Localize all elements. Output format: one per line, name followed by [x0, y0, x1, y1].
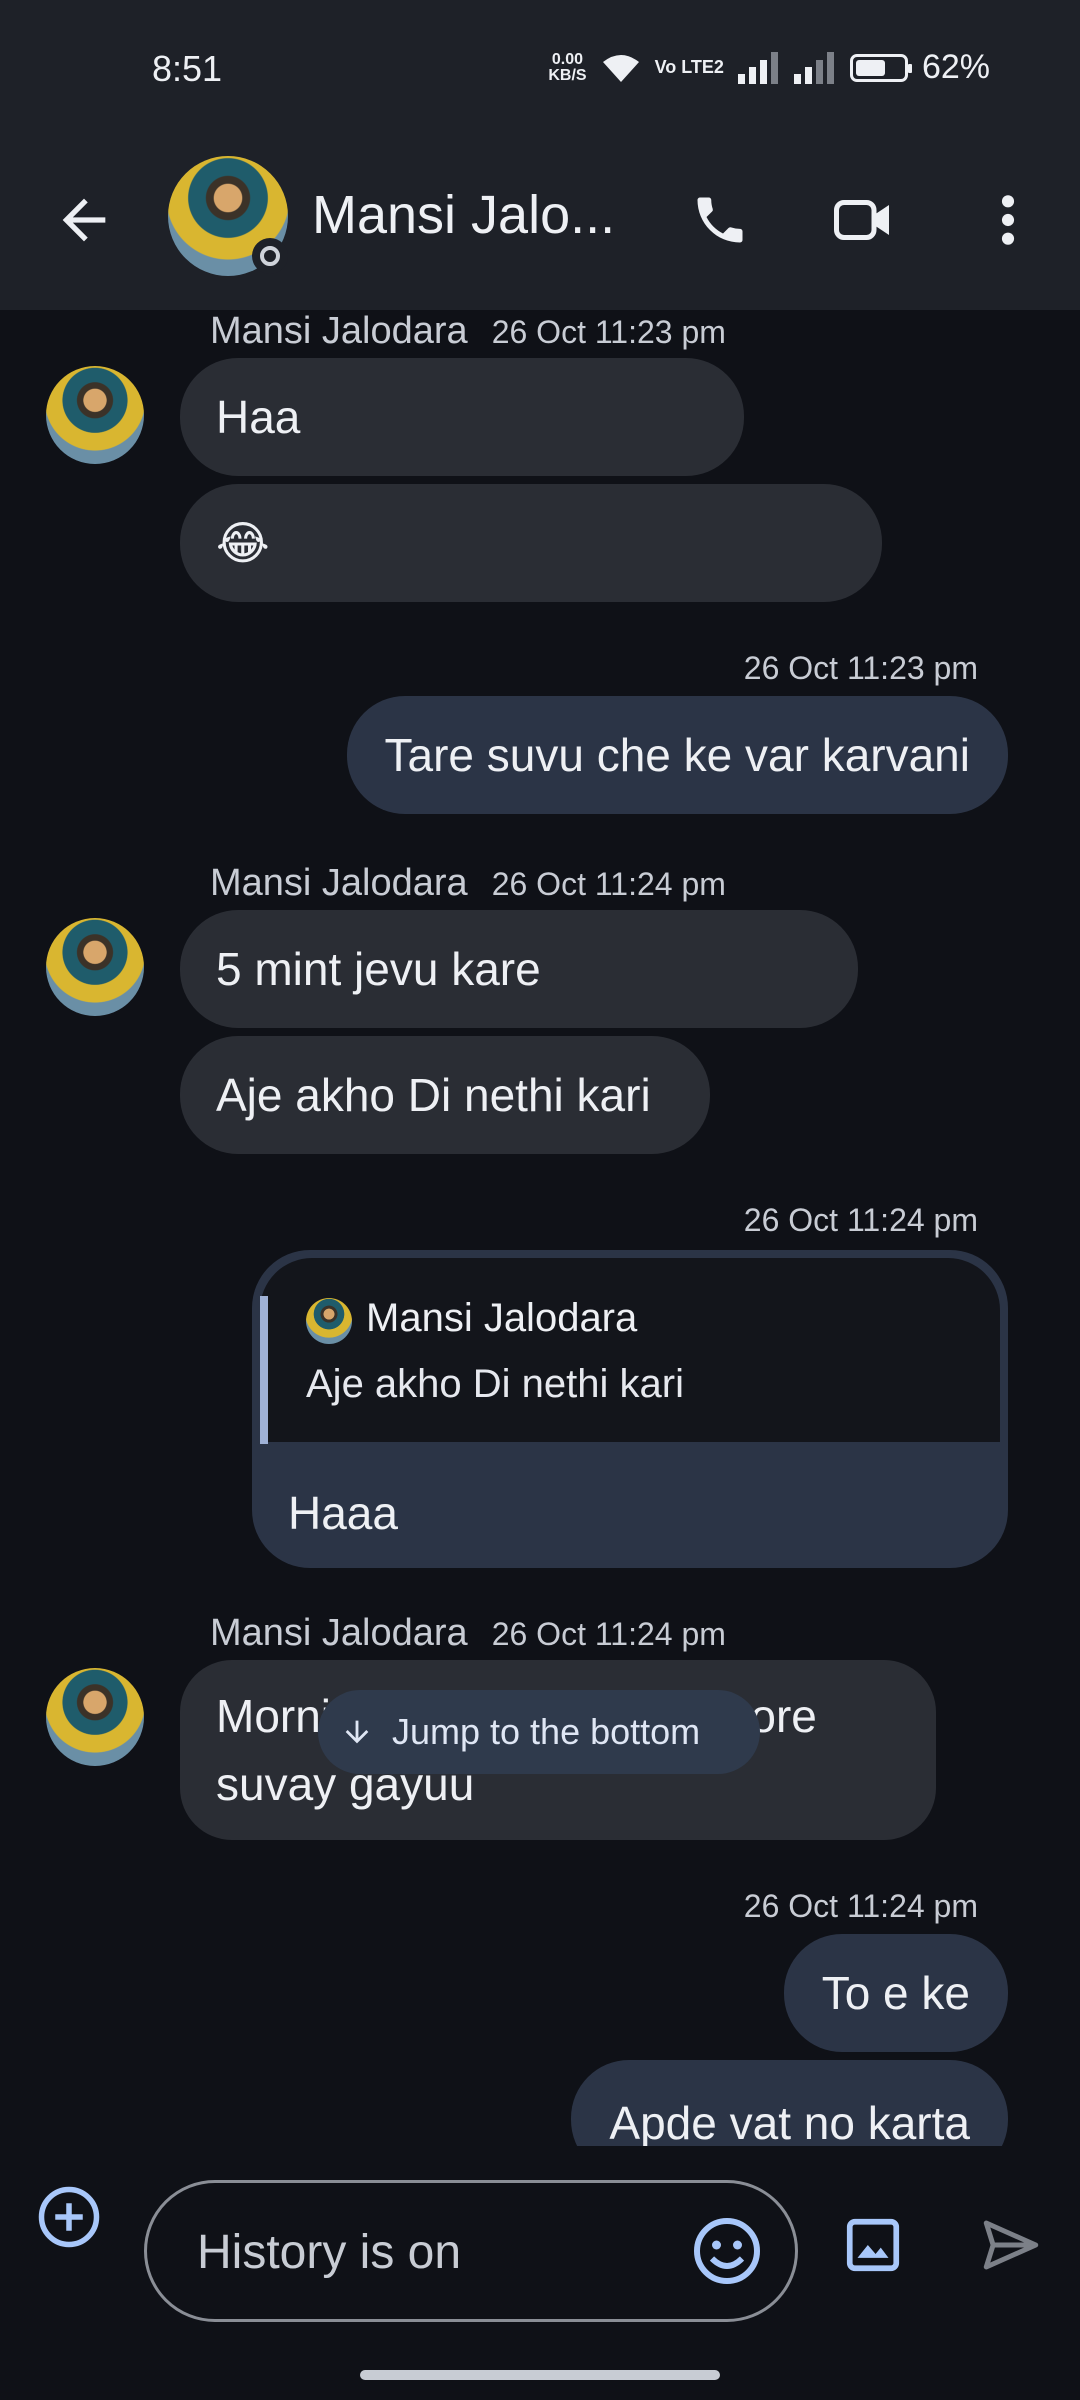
video-icon[interactable]	[824, 180, 904, 260]
phone-icon[interactable]	[680, 180, 760, 260]
quote-bar	[260, 1296, 268, 1444]
network-speed-unit: KB/S	[548, 66, 587, 84]
sender-name: Mansi Jalodara	[210, 1612, 468, 1654]
battery-icon	[849, 53, 912, 82]
incoming-message[interactable]: 5 mint jevu kare	[180, 910, 858, 1028]
image-icon[interactable]	[842, 2214, 904, 2276]
message-time: 26 Oct 11:24 pm	[491, 866, 726, 902]
sender-avatar[interactable]	[46, 366, 144, 464]
volte-label: Vo LTE2	[654, 57, 724, 77]
status-icons: 0.00 KB/S Vo LTE2 62%	[548, 48, 990, 87]
jump-to-bottom-button[interactable]: Jump to the bottom	[318, 1690, 760, 1774]
network-speed: 0.00 KB/S	[548, 50, 587, 84]
contact-name[interactable]: Mansi Jalo...	[312, 184, 615, 246]
message-time: 26 Oct 11:23 pm	[491, 314, 726, 350]
emoji-icon[interactable]	[691, 2215, 763, 2287]
quoted-text: Aje akho Di nethi kari	[306, 1362, 684, 1406]
message-time: 26 Oct 11:24 pm	[743, 1888, 978, 1924]
signal-icon	[737, 51, 778, 84]
arrow-down-icon	[345, 1720, 369, 1744]
composer-bar	[0, 2146, 1080, 2400]
outgoing-message[interactable]: Tare suvu che ke var karvani	[346, 696, 1008, 814]
sender-avatar[interactable]	[46, 918, 144, 1016]
incoming-message[interactable]: Haa	[180, 358, 744, 476]
status-bar: 8:51 0.00 KB/S Vo LTE2 62%	[0, 0, 1080, 140]
quoted-sender-avatar	[306, 1298, 352, 1344]
status-time: 8:51	[152, 48, 223, 89]
reply-text: Haaa	[288, 1487, 398, 1539]
send-icon[interactable]	[976, 2212, 1046, 2278]
battery-percent: 62%	[921, 48, 990, 86]
back-arrow-icon[interactable]	[52, 188, 116, 252]
reply-message[interactable]: Mansi Jalodara Aje akho Di nethi kari Ha…	[252, 1250, 1008, 1568]
quoted-message[interactable]: Mansi Jalodara Aje akho Di nethi kari	[260, 1258, 1000, 1444]
sender-avatar[interactable]	[46, 1668, 144, 1766]
chat-header: Mansi Jalo...	[0, 140, 1080, 310]
sender-line: Mansi Jalodara 26 Oct 11:23 pm	[210, 310, 726, 353]
signal-icon-2	[793, 51, 834, 84]
sender-line: Mansi Jalodara 26 Oct 11:24 pm	[210, 862, 726, 905]
network-speed-value: 0.00	[551, 50, 584, 68]
quoted-sender-name: Mansi Jalodara	[366, 1296, 638, 1340]
message-input[interactable]	[195, 2213, 649, 2291]
message-time: 26 Oct 11:24 pm	[743, 1202, 978, 1238]
incoming-message[interactable]: 😂	[180, 484, 882, 602]
incoming-message[interactable]: Aje akho Di nethi kari	[180, 1036, 710, 1154]
outgoing-message[interactable]: Apde vat no karta	[571, 2060, 1008, 2146]
sender-line: Mansi Jalodara 26 Oct 11:24 pm	[210, 1612, 726, 1655]
message-time: 26 Oct 11:24 pm	[491, 1616, 726, 1652]
home-indicator[interactable]	[360, 2370, 720, 2380]
message-list[interactable]: Mansi Jalodara 26 Oct 11:23 pm Haa 😂 26 O…	[0, 310, 1080, 2146]
message-time: 26 Oct 11:23 pm	[743, 650, 978, 686]
battery-fill	[855, 59, 885, 76]
outgoing-message[interactable]: To e ke	[783, 1934, 1008, 2052]
wifi-icon	[602, 54, 639, 82]
message-input-container[interactable]	[144, 2180, 798, 2322]
add-attachment-icon[interactable]	[36, 2184, 102, 2250]
sender-name: Mansi Jalodara	[210, 862, 468, 904]
more-vert-icon[interactable]	[968, 180, 1048, 260]
status-badge	[252, 238, 288, 274]
sender-name: Mansi Jalodara	[210, 310, 468, 352]
jump-to-bottom-label: Jump to the bottom	[392, 1711, 701, 1752]
